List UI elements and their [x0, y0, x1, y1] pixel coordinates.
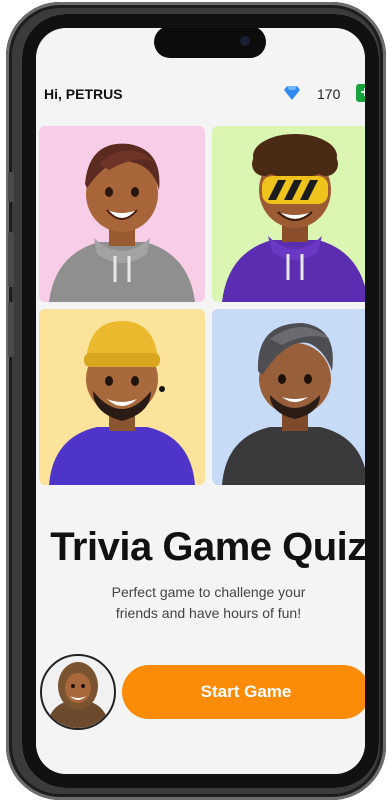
avatar-gray-hair-black	[222, 323, 365, 485]
phone-screen: Hi, PETRUS 170 + Trivia Game Quiz Perfec…	[22, 14, 379, 788]
user-avatar[interactable]	[40, 654, 116, 730]
greeting: Hi, PETRUS	[44, 86, 123, 102]
avatar-tile-2[interactable]	[212, 126, 365, 302]
phone-frame: Hi, PETRUS 170 + Trivia Game Quiz Perfec…	[6, 2, 386, 800]
avatar-goggles-purple	[222, 134, 365, 302]
start-game-button[interactable]: Start Game	[122, 665, 365, 719]
subtitle-line-1: Perfect game to challenge your	[111, 584, 306, 600]
avatar-tile-4[interactable]	[212, 309, 365, 485]
avatar-hoodie-gray	[49, 143, 195, 302]
avatar-tile-1[interactable]	[39, 126, 205, 302]
volume-up-button	[8, 232, 14, 287]
volume-down-button	[8, 302, 14, 357]
avatar-hooded-icon	[46, 662, 110, 728]
page-title: Trivia Game Quiz	[50, 525, 365, 569]
dynamic-island	[154, 28, 266, 58]
avatar-tile-3[interactable]	[39, 309, 205, 485]
avatar-beanie-blue	[49, 321, 195, 485]
app-screen: Hi, PETRUS 170 + Trivia Game Quiz Perfec…	[36, 28, 365, 774]
mute-switch	[8, 172, 14, 202]
subtitle: Perfect game to challenge your friends a…	[76, 582, 341, 624]
add-coins-button[interactable]: +	[356, 84, 365, 102]
subtitle-line-2: friends and have hours of fun!	[115, 605, 302, 621]
diamond-icon	[284, 86, 300, 100]
coin-count: 170	[317, 86, 341, 102]
camera-dot	[240, 36, 250, 46]
